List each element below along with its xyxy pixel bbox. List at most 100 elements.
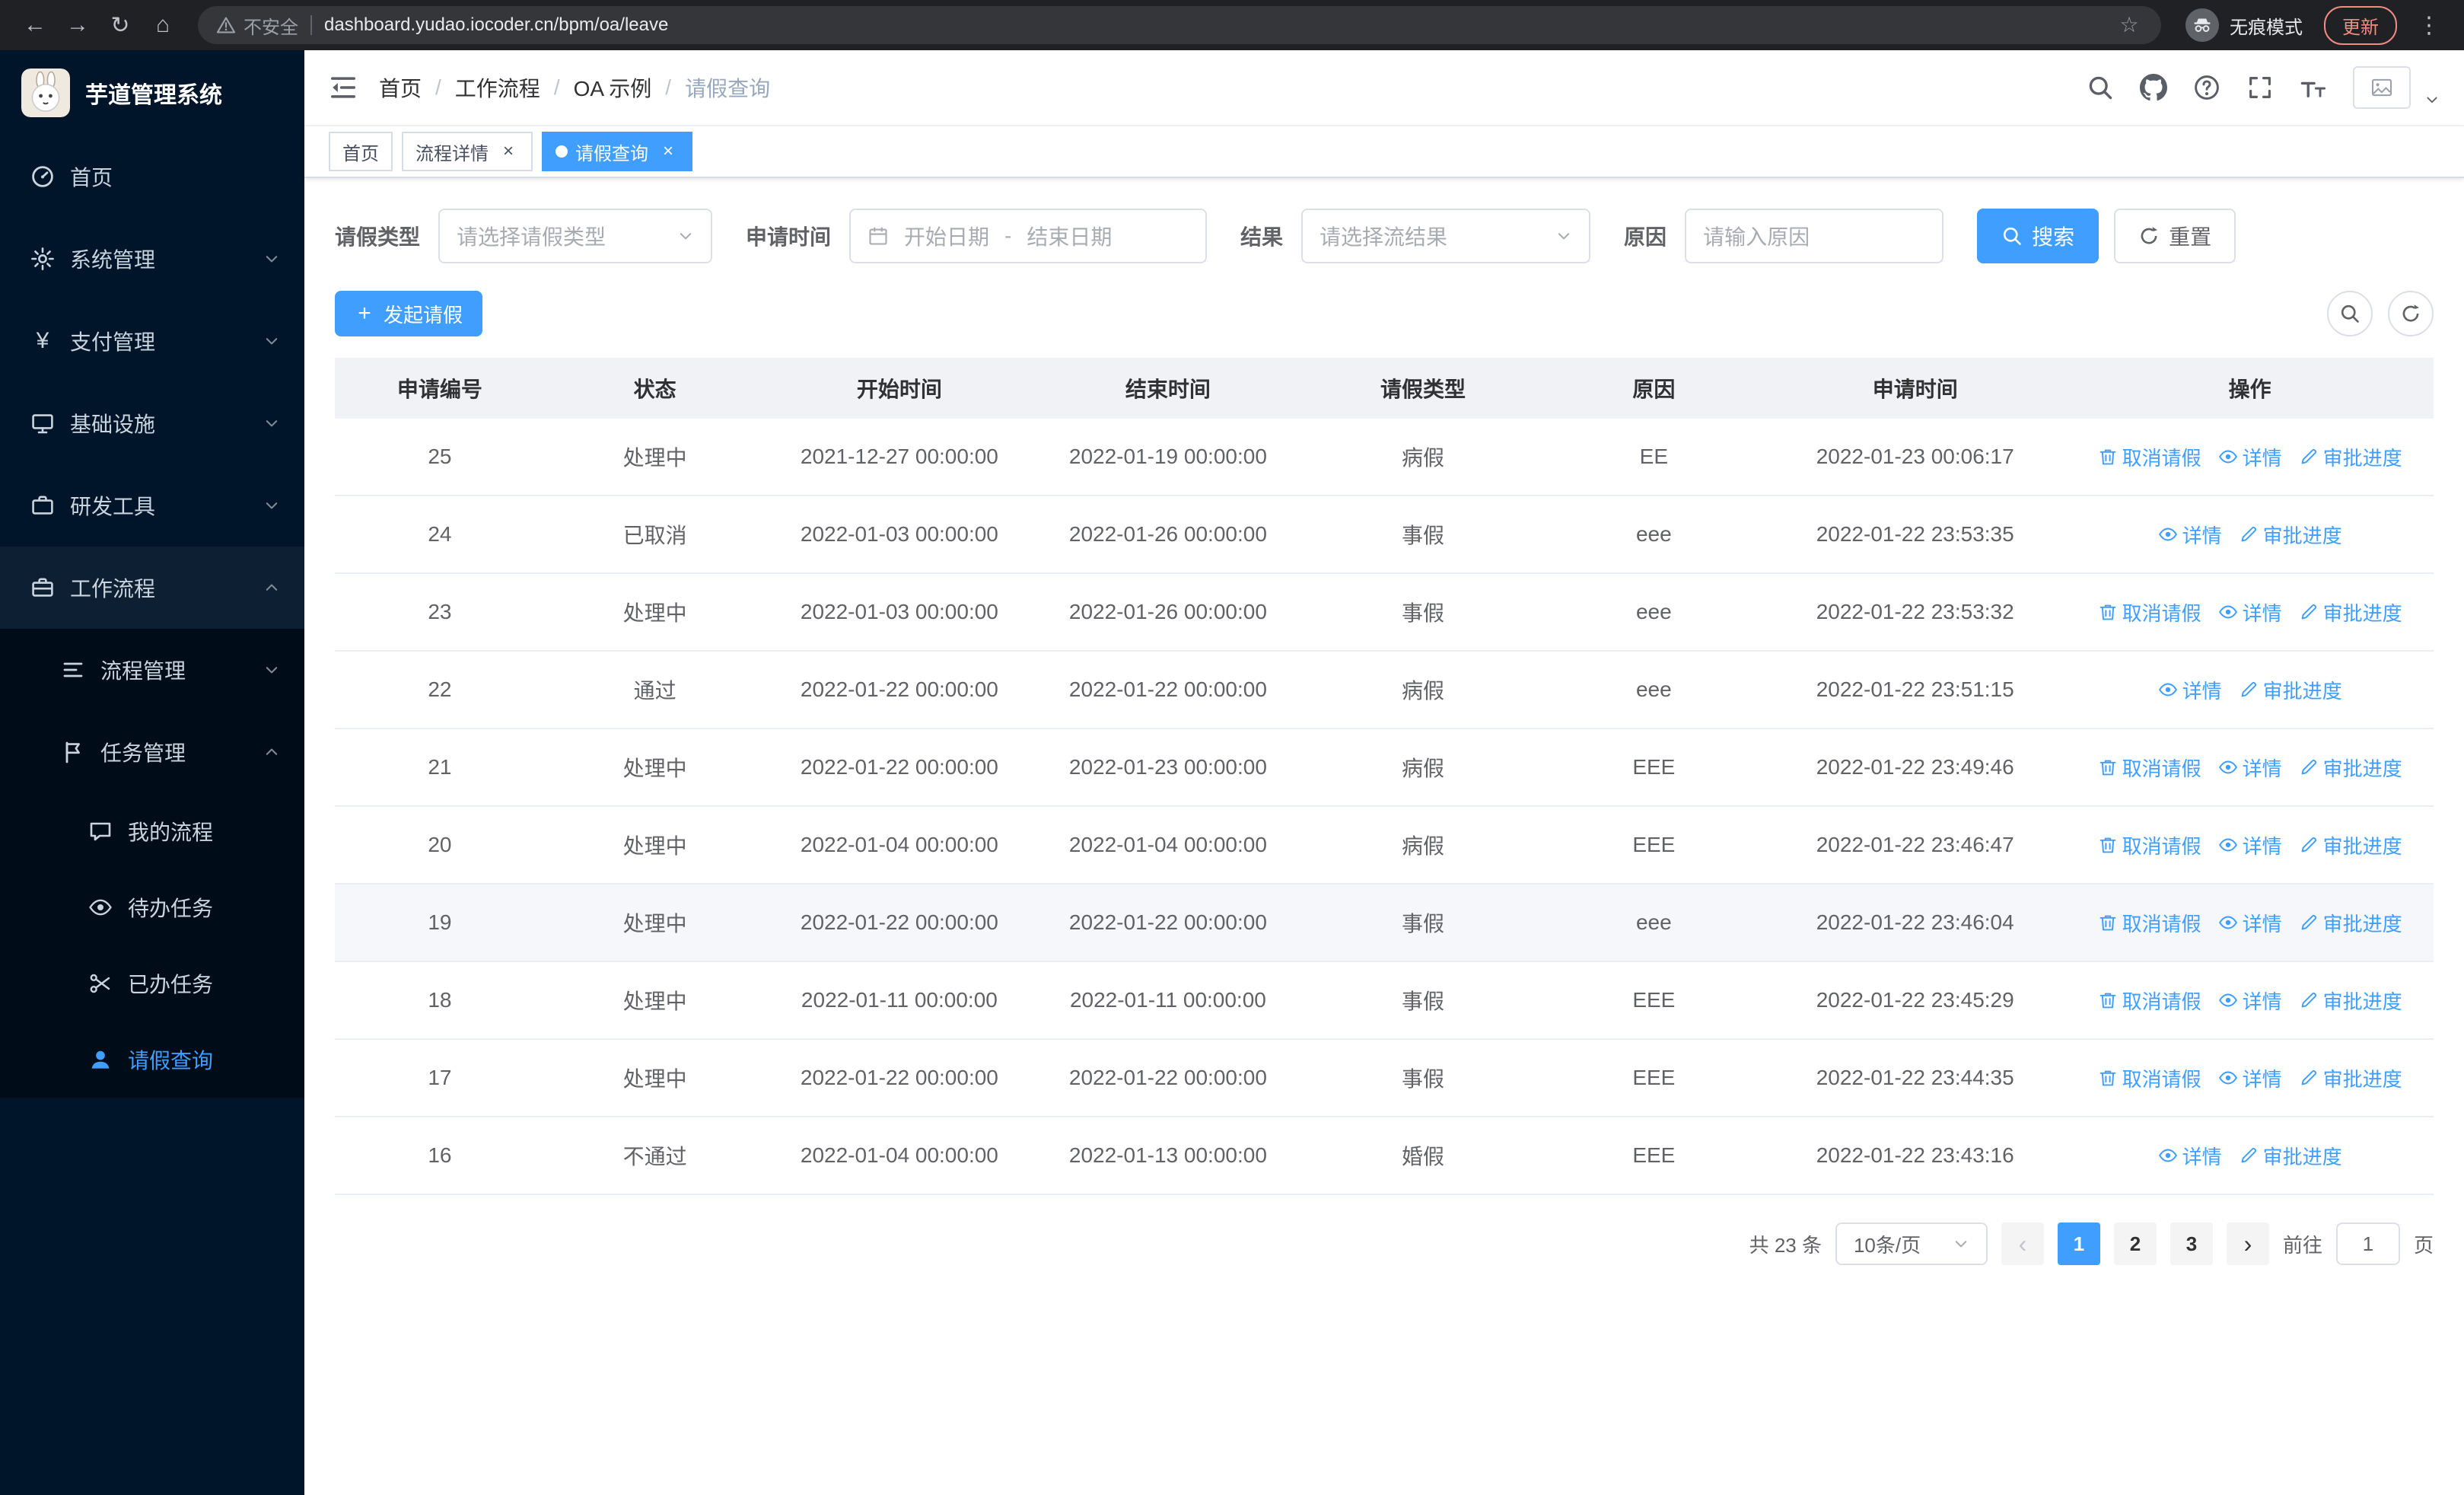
app-logo[interactable]: 芋道管理系统 xyxy=(0,50,304,135)
column-header: 申请编号 xyxy=(396,378,482,401)
approval-progress-link[interactable]: 审批进度 xyxy=(2299,987,2402,1015)
action-label: 审批进度 xyxy=(2322,990,2402,1013)
cancel-leave-link[interactable]: 取消请假 xyxy=(2098,831,2201,859)
address-bar[interactable]: 不安全 dashboard.yudao.iocoder.cn/bpm/oa/le… xyxy=(198,6,2161,44)
approval-progress-link[interactable]: 审批进度 xyxy=(2239,1142,2342,1170)
detail-link[interactable]: 详情 xyxy=(2158,521,2222,549)
github-icon[interactable] xyxy=(2140,74,2167,101)
approval-progress-link[interactable]: 审批进度 xyxy=(2299,1064,2402,1092)
action-label: 详情 xyxy=(2182,1145,2222,1168)
detail-link[interactable]: 详情 xyxy=(2218,831,2282,859)
page-number-button[interactable]: 3 xyxy=(2170,1222,2213,1265)
cell-applied: 2022-01-22 23:45:29 xyxy=(1816,988,2014,1012)
suitcase-icon xyxy=(30,575,55,600)
sidebar-item[interactable]: ¥ 支付管理 xyxy=(0,300,304,382)
search-button[interactable]: 搜索 xyxy=(1977,209,2099,263)
sidebar-item[interactable]: 任务管理 xyxy=(0,711,304,793)
cancel-leave-link[interactable]: 取消请假 xyxy=(2098,1064,2201,1092)
detail-link[interactable]: 详情 xyxy=(2218,754,2282,782)
sidebar-item[interactable]: 基础设施 xyxy=(0,382,304,464)
approval-progress-link[interactable]: 审批进度 xyxy=(2299,598,2402,626)
browser-forward-icon[interactable]: → xyxy=(58,5,97,45)
browser-menu-icon[interactable]: ⋮ xyxy=(2409,5,2449,45)
detail-link[interactable]: 详情 xyxy=(2218,443,2282,471)
page-number-button[interactable]: 1 xyxy=(2057,1222,2100,1265)
sidebar-item-label: 工作流程 xyxy=(70,577,156,601)
browser-back-icon[interactable]: ← xyxy=(15,5,55,45)
toolbox-icon xyxy=(30,493,55,518)
breadcrumb-item[interactable]: OA 示例 xyxy=(574,72,652,103)
tab-close-icon[interactable]: × xyxy=(498,141,519,162)
breadcrumb-item[interactable]: 首页 xyxy=(379,72,422,103)
breadcrumb-item[interactable]: 工作流程 xyxy=(455,72,540,103)
browser-update-button[interactable]: 更新 xyxy=(2324,5,2397,45)
column-header: 请假类型 xyxy=(1380,378,1466,401)
reset-button[interactable]: 重置 xyxy=(2114,209,2236,263)
tab-item[interactable]: 流程详情 × xyxy=(402,132,533,171)
sidebar-item[interactable]: 工作流程 xyxy=(0,547,304,629)
magnifier-icon xyxy=(2001,225,2023,247)
tab-active[interactable]: 请假查询 × xyxy=(542,132,692,171)
avatar[interactable] xyxy=(2353,66,2411,109)
cell-start: 2022-01-22 00:00:00 xyxy=(800,755,998,779)
apply-time-range-picker[interactable]: 开始日期 - 结束日期 xyxy=(849,209,1208,263)
font-size-icon[interactable] xyxy=(2300,74,2327,101)
avatar-caret-icon[interactable] xyxy=(2424,92,2440,107)
sidebar-item[interactable]: 首页 xyxy=(0,135,304,218)
goto-page-input[interactable] xyxy=(2335,1222,2400,1265)
approval-progress-link[interactable]: 审批进度 xyxy=(2239,521,2342,549)
detail-link[interactable]: 详情 xyxy=(2218,987,2282,1015)
detail-link[interactable]: 详情 xyxy=(2218,598,2282,626)
search-toggle-button[interactable] xyxy=(2327,291,2373,336)
approval-progress-link[interactable]: 审批进度 xyxy=(2299,754,2402,782)
detail-link[interactable]: 详情 xyxy=(2218,909,2282,937)
approval-progress-link[interactable]: 审批进度 xyxy=(2299,909,2402,937)
approval-progress-link[interactable]: 审批进度 xyxy=(2299,443,2402,471)
pen-icon xyxy=(2299,447,2319,467)
sidebar-collapse-icon[interactable] xyxy=(329,73,358,102)
cell-status: 处理中 xyxy=(622,912,687,936)
fullscreen-icon[interactable] xyxy=(2246,74,2274,101)
browser-reload-icon[interactable]: ↻ xyxy=(100,5,140,45)
site-security-chip[interactable]: 不安全 xyxy=(216,12,298,39)
cancel-leave-link[interactable]: 取消请假 xyxy=(2098,443,2201,471)
tab-close-icon[interactable]: × xyxy=(657,141,679,162)
sidebar-item-label: 请假查询 xyxy=(128,1049,214,1073)
leave-type-select[interactable]: 请选择请假类型 xyxy=(438,209,713,263)
create-leave-button[interactable]: + 发起请假 xyxy=(335,291,483,336)
sidebar-item[interactable]: 我的流程 xyxy=(0,793,304,869)
next-page-button[interactable]: › xyxy=(2226,1222,2269,1265)
detail-link[interactable]: 详情 xyxy=(2158,676,2222,704)
sidebar-item[interactable]: 待办任务 xyxy=(0,869,304,945)
sidebar-item[interactable]: 已办任务 xyxy=(0,945,304,1022)
approval-progress-link[interactable]: 审批进度 xyxy=(2299,831,2402,859)
pen-icon xyxy=(2299,757,2319,777)
sidebar-item[interactable]: 流程管理 xyxy=(0,629,304,711)
page-number-button[interactable]: 2 xyxy=(2113,1222,2157,1265)
cell-start: 2022-01-03 00:00:00 xyxy=(800,600,998,623)
cancel-leave-link[interactable]: 取消请假 xyxy=(2098,598,2201,626)
sidebar-item[interactable]: 研发工具 xyxy=(0,464,304,547)
tab-item[interactable]: 首页 xyxy=(329,132,393,171)
detail-link[interactable]: 详情 xyxy=(2218,1064,2282,1092)
result-select[interactable]: 请选择流结果 xyxy=(1301,209,1591,263)
incognito-avatar xyxy=(2185,8,2219,42)
sidebar-item[interactable]: 请假查询 xyxy=(0,1022,304,1098)
cancel-leave-link[interactable]: 取消请假 xyxy=(2098,987,2201,1015)
search-icon[interactable] xyxy=(2087,74,2114,101)
bookmark-star-icon[interactable]: ☆ xyxy=(2115,11,2143,39)
cell-applied: 2022-01-22 23:53:32 xyxy=(1816,600,2014,623)
gear-icon xyxy=(30,247,55,271)
page-size-select[interactable]: 10条/页 xyxy=(1835,1222,1988,1265)
detail-link[interactable]: 详情 xyxy=(2158,1142,2222,1170)
help-icon[interactable] xyxy=(2193,74,2220,101)
prev-page-button[interactable]: ‹ xyxy=(2001,1222,2044,1265)
sidebar-item[interactable]: 系统管理 xyxy=(0,218,304,300)
plus-icon: + xyxy=(358,301,371,326)
reason-input[interactable]: 请输入原因 xyxy=(1685,209,1944,263)
cancel-leave-link[interactable]: 取消请假 xyxy=(2098,909,2201,937)
cancel-leave-link[interactable]: 取消请假 xyxy=(2098,754,2201,782)
browser-home-icon[interactable]: ⌂ xyxy=(143,5,183,45)
approval-progress-link[interactable]: 审批进度 xyxy=(2239,676,2342,704)
table-refresh-button[interactable] xyxy=(2388,291,2434,336)
